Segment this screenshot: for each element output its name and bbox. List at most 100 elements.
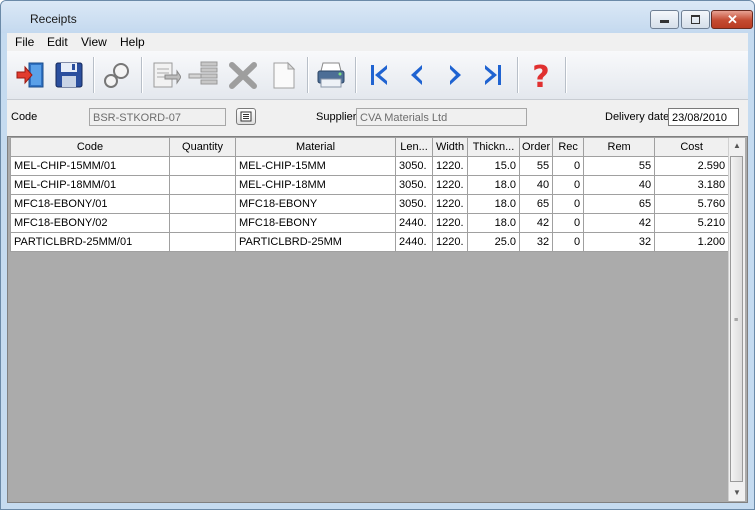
scrollbar-thumb[interactable]: ≡	[730, 156, 743, 482]
column-header-length[interactable]: Len...	[395, 137, 433, 157]
cell-rec[interactable]: 0	[552, 232, 585, 252]
column-header-cost[interactable]: Cost	[654, 137, 730, 157]
cell-cost[interactable]: 3.180	[654, 175, 730, 195]
previous-record-icon[interactable]	[401, 59, 433, 91]
cell-material[interactable]: PARTICLBRD-25MM	[235, 232, 396, 252]
toolbar-separator	[355, 57, 357, 93]
cell-width[interactable]: 1220.	[432, 156, 468, 176]
column-header-rec[interactable]: Rec	[552, 137, 585, 157]
list-icon[interactable]	[187, 59, 219, 91]
scroll-up-icon[interactable]: ▲	[729, 138, 745, 154]
cell-cost[interactable]: 2.590	[654, 156, 730, 176]
menu-bar: File Edit View Help	[7, 33, 748, 51]
toolbar: ?	[7, 51, 748, 100]
next-record-icon[interactable]	[439, 59, 471, 91]
cell-quantity[interactable]	[169, 156, 236, 176]
delivery-date-field[interactable]: 23/08/2010	[668, 108, 739, 126]
cell-quantity[interactable]	[169, 175, 236, 195]
edit-icon[interactable]	[149, 59, 182, 91]
cell-thickness[interactable]: 18.0	[467, 213, 520, 233]
cell-length[interactable]: 3050.	[395, 156, 433, 176]
cell-rec[interactable]: 0	[552, 194, 585, 214]
cell-thickness[interactable]: 15.0	[467, 156, 520, 176]
column-header-thickness[interactable]: Thickn...	[467, 137, 520, 157]
cell-rem[interactable]: 55	[583, 156, 656, 176]
supplier-field[interactable]: CVA Materials Ltd	[356, 108, 527, 126]
cell-rec[interactable]: 0	[552, 175, 585, 195]
cell-rem[interactable]: 32	[583, 232, 656, 252]
cell-rec[interactable]: 0	[552, 156, 585, 176]
cell-code[interactable]: MFC18-EBONY/02	[10, 213, 170, 233]
cell-material[interactable]: MEL-CHIP-18MM	[235, 175, 396, 195]
delete-icon[interactable]	[227, 59, 259, 91]
cell-order[interactable]: 32	[518, 232, 554, 252]
print-icon[interactable]	[315, 59, 347, 91]
scroll-down-icon[interactable]: ▼	[729, 485, 745, 501]
help-icon[interactable]: ?	[525, 59, 557, 95]
cell-rem[interactable]: 65	[583, 194, 656, 214]
column-header-code[interactable]: Code	[10, 137, 170, 157]
cell-code[interactable]: PARTICLBRD-25MM/01	[10, 232, 170, 252]
cell-width[interactable]: 1220.	[432, 194, 468, 214]
code-field[interactable]: BSR-STKORD-07	[89, 108, 226, 126]
cell-material[interactable]: MEL-CHIP-15MM	[235, 156, 396, 176]
close-button[interactable]: ✕	[711, 10, 753, 29]
new-icon[interactable]	[267, 59, 299, 91]
cell-order[interactable]: 55	[518, 156, 554, 176]
table-row[interactable]: MEL-CHIP-18MM/01 MEL-CHIP-18MM 3050. 122…	[10, 175, 730, 195]
cell-width[interactable]: 1220.	[432, 175, 468, 195]
first-record-icon[interactable]	[363, 59, 395, 91]
menu-file[interactable]: File	[15, 35, 34, 49]
cell-thickness[interactable]: 18.0	[467, 175, 520, 195]
cell-width[interactable]: 1220.	[432, 232, 468, 252]
cell-material[interactable]: MFC18-EBONY	[235, 213, 396, 233]
column-header-rem[interactable]: Rem	[583, 137, 656, 157]
column-header-order[interactable]: Order	[518, 137, 554, 157]
menu-edit[interactable]: Edit	[47, 35, 68, 49]
cell-quantity[interactable]	[169, 232, 236, 252]
cell-cost[interactable]: 5.760	[654, 194, 730, 214]
cell-rem[interactable]: 40	[583, 175, 656, 195]
column-header-material[interactable]: Material	[235, 137, 396, 157]
minimize-button[interactable]	[650, 10, 679, 29]
cell-cost[interactable]: 1.200	[654, 232, 730, 252]
cell-width[interactable]: 1220.	[432, 213, 468, 233]
table-row[interactable]: MEL-CHIP-15MM/01 MEL-CHIP-15MM 3050. 122…	[10, 156, 730, 176]
lookup-button[interactable]	[236, 108, 256, 125]
table-row[interactable]: MFC18-EBONY/01 MFC18-EBONY 3050. 1220. 1…	[10, 194, 730, 214]
column-header-quantity[interactable]: Quantity	[169, 137, 236, 157]
cell-code[interactable]: MFC18-EBONY/01	[10, 194, 170, 214]
exit-icon[interactable]	[15, 59, 47, 91]
receipts-grid: Code Quantity Material Len... Width Thic…	[7, 136, 748, 503]
cell-thickness[interactable]: 25.0	[467, 232, 520, 252]
cell-order[interactable]: 42	[518, 213, 554, 233]
cell-thickness[interactable]: 18.0	[467, 194, 520, 214]
table-row[interactable]: MFC18-EBONY/02 MFC18-EBONY 2440. 1220. 1…	[10, 213, 730, 233]
title-bar: Receipts ✕	[1, 1, 754, 33]
last-record-icon[interactable]	[477, 59, 509, 91]
cell-code[interactable]: MEL-CHIP-18MM/01	[10, 175, 170, 195]
cell-quantity[interactable]	[169, 194, 236, 214]
save-icon[interactable]	[53, 59, 85, 91]
menu-view[interactable]: View	[81, 35, 107, 49]
menu-help[interactable]: Help	[120, 35, 145, 49]
cell-order[interactable]: 65	[518, 194, 554, 214]
toolbar-separator	[93, 57, 95, 93]
maximize-button[interactable]	[681, 10, 710, 29]
delivery-date-label: Delivery date	[605, 111, 670, 123]
cell-material[interactable]: MFC18-EBONY	[235, 194, 396, 214]
cell-cost[interactable]: 5.210	[654, 213, 730, 233]
cell-length[interactable]: 2440.	[395, 232, 433, 252]
cell-quantity[interactable]	[169, 213, 236, 233]
cell-rem[interactable]: 42	[583, 213, 656, 233]
cell-length[interactable]: 2440.	[395, 213, 433, 233]
vertical-scrollbar[interactable]: ▲ ≡ ▼	[728, 138, 745, 501]
cell-rec[interactable]: 0	[552, 213, 585, 233]
cell-length[interactable]: 3050.	[395, 194, 433, 214]
cell-code[interactable]: MEL-CHIP-15MM/01	[10, 156, 170, 176]
table-row[interactable]: PARTICLBRD-25MM/01 PARTICLBRD-25MM 2440.…	[10, 232, 730, 252]
cell-length[interactable]: 3050.	[395, 175, 433, 195]
search-icon[interactable]	[101, 59, 133, 91]
cell-order[interactable]: 40	[518, 175, 554, 195]
column-header-width[interactable]: Width	[432, 137, 468, 157]
